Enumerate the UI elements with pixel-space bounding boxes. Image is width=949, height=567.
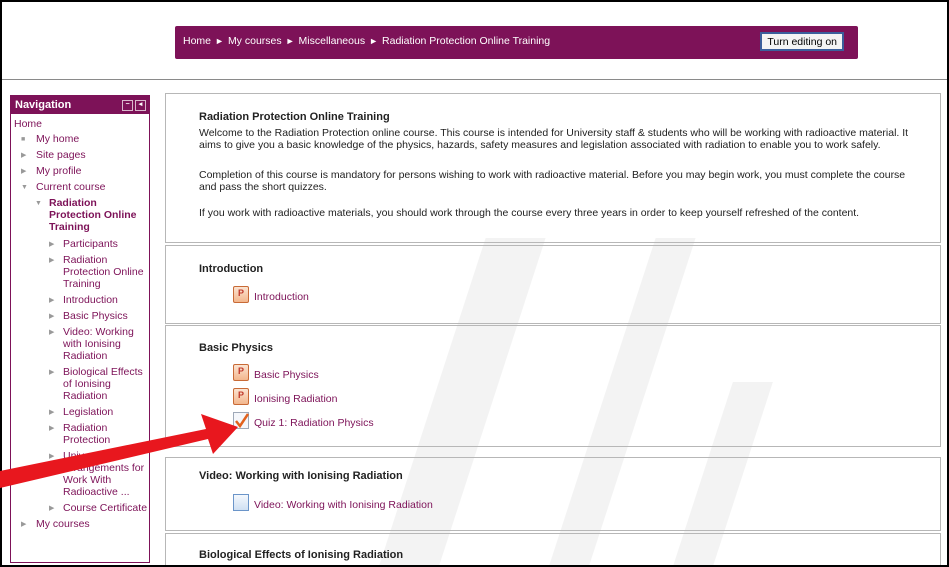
nav-label: Video: Working with Ionising Radiation: [63, 326, 134, 362]
dock-icon[interactable]: ◂: [135, 100, 146, 111]
nav-item-basic-physics[interactable]: ▶ Basic Physics: [11, 310, 149, 322]
nav-label: Introduction: [63, 294, 118, 306]
nav-label: Radiation Protection Online Training: [49, 197, 137, 233]
nav-label: Current course: [36, 181, 106, 193]
activity-link[interactable]: Ionising Radiation: [254, 393, 337, 405]
collapse-icon[interactable]: −: [122, 100, 133, 111]
nav-label: Site pages: [36, 149, 86, 161]
course-paragraph: Welcome to the Radiation Protection onli…: [199, 127, 909, 151]
nav-label: Basic Physics: [63, 310, 128, 322]
nav-label: Biological Effects of Ionising Radiation: [63, 366, 143, 402]
nav-item-university-arrangements[interactable]: ▶ University Arrangements for Work With R…: [11, 450, 149, 498]
collapse-arrow-icon: ▼: [35, 200, 42, 207]
turn-editing-on-button[interactable]: Turn editing on: [760, 32, 844, 51]
quiz-icon: [233, 412, 249, 429]
nav-label: Legislation: [63, 406, 114, 418]
section-title: Basic Physics: [199, 342, 273, 354]
expand-arrow-icon: ▶: [49, 505, 55, 512]
nav-item-radiation-protection[interactable]: ▶ Radiation Protection: [11, 422, 149, 446]
activity-link[interactable]: Introduction: [254, 291, 309, 303]
breadcrumb-my-courses[interactable]: My courses: [228, 35, 282, 47]
powerpoint-icon: [233, 286, 249, 303]
bullet-icon: ■: [21, 136, 26, 143]
section-title: Introduction: [199, 263, 264, 275]
expand-arrow-icon: ▶: [21, 152, 27, 159]
breadcrumb-separator: ►: [215, 36, 224, 46]
section-biological-effects: Biological Effects of Ionising Radiation: [165, 533, 941, 565]
expand-arrow-icon: ▶: [49, 409, 55, 416]
breadcrumb: Home ► My courses ► Miscellaneous ► Radiation …: [175, 26, 858, 59]
nav-my-profile[interactable]: ▶ My profile: [11, 165, 149, 177]
breadcrumb-home[interactable]: Home: [183, 35, 211, 47]
nav-item-legislation[interactable]: ▶ Legislation: [11, 406, 149, 418]
nav-item-biological-effects[interactable]: ▶ Biological Effects of Ionising Radiatio…: [11, 366, 149, 402]
expand-arrow-icon: ▶: [49, 297, 55, 304]
page-frame: Home ► My courses ► Miscellaneous ► Radiation …: [0, 0, 949, 567]
page-header: Home ► My courses ► Miscellaneous ► Radiation …: [2, 2, 947, 80]
navigation-title: Navigation: [15, 99, 72, 111]
nav-label: My profile: [36, 165, 82, 177]
powerpoint-icon: [233, 364, 249, 381]
expand-arrow-icon: ▶: [49, 329, 55, 336]
expand-arrow-icon: ▶: [21, 168, 27, 175]
collapse-arrow-icon: ▼: [21, 184, 28, 191]
nav-item-course-topic[interactable]: ▶ Radiation Protection Online Training: [11, 254, 149, 290]
breadcrumb-separator: ►: [369, 36, 379, 46]
breadcrumb-separator: ►: [285, 36, 295, 46]
section-basic-physics: Basic Physics Basic Physics Ionising Rad…: [165, 325, 941, 447]
expand-arrow-icon: ▶: [49, 425, 55, 432]
powerpoint-icon: [233, 388, 249, 405]
activity-link[interactable]: Video: Working with Ionising Radiation: [254, 499, 433, 511]
nav-label: My courses: [36, 518, 90, 530]
navigation-header: Navigation − ◂: [11, 96, 149, 114]
expand-arrow-icon: ▶: [21, 521, 27, 528]
breadcrumb-course[interactable]: Radiation Protection Online Training: [382, 35, 550, 47]
nav-item-course-certificate[interactable]: ▶ Course Certificate: [11, 502, 149, 514]
nav-label: My home: [36, 133, 80, 145]
nav-label: Radiation Protection Online Training: [63, 254, 144, 290]
nav-label: Participants: [63, 238, 118, 250]
nav-my-home[interactable]: ■ My home: [11, 133, 149, 145]
nav-my-courses[interactable]: ▶ My courses: [11, 518, 149, 530]
nav-site-pages[interactable]: ▶ Site pages: [11, 149, 149, 161]
activity-link[interactable]: Basic Physics: [254, 369, 319, 381]
course-title: Radiation Protection Online Training: [199, 111, 390, 123]
course-paragraph: If you work with radioactive materials, …: [199, 207, 860, 219]
nav-item-introduction[interactable]: ▶ Introduction: [11, 294, 149, 306]
expand-arrow-icon: ▶: [49, 257, 55, 264]
nav-home[interactable]: Home: [11, 118, 149, 130]
expand-arrow-icon: ▶: [49, 453, 55, 460]
activity-link[interactable]: Quiz 1: Radiation Physics: [254, 417, 374, 429]
course-summary-section: Radiation Protection Online Training Wel…: [165, 93, 941, 243]
expand-arrow-icon: ▶: [49, 313, 55, 320]
nav-current-course[interactable]: ▼ Current course: [11, 181, 149, 193]
section-introduction: Introduction Introduction: [165, 245, 941, 324]
nav-item-video[interactable]: ▶ Video: Working with Ionising Radiation: [11, 326, 149, 362]
nav-course-name[interactable]: ▼ Radiation Protection Online Training: [11, 197, 149, 233]
breadcrumb-miscellaneous[interactable]: Miscellaneous: [299, 35, 366, 47]
section-title: Biological Effects of Ionising Radiation: [199, 549, 404, 561]
nav-label: University Arrangements for Work With Ra…: [63, 450, 145, 498]
section-video: Video: Working with Ionising Radiation V…: [165, 457, 941, 531]
navigation-block: Navigation − ◂ Home ■ My home ▶ Site pages…: [10, 95, 150, 563]
nav-label: Radiation Protection: [63, 422, 111, 446]
video-icon: [233, 494, 249, 511]
expand-arrow-icon: ▶: [49, 241, 55, 248]
section-title: Video: Working with Ionising Radiation: [199, 470, 403, 482]
nav-label: Course Certificate: [63, 502, 148, 514]
expand-arrow-icon: ▶: [49, 369, 55, 376]
course-paragraph: Completion of this course is mandatory f…: [199, 169, 906, 193]
nav-item-participants[interactable]: ▶ Participants: [11, 238, 149, 250]
